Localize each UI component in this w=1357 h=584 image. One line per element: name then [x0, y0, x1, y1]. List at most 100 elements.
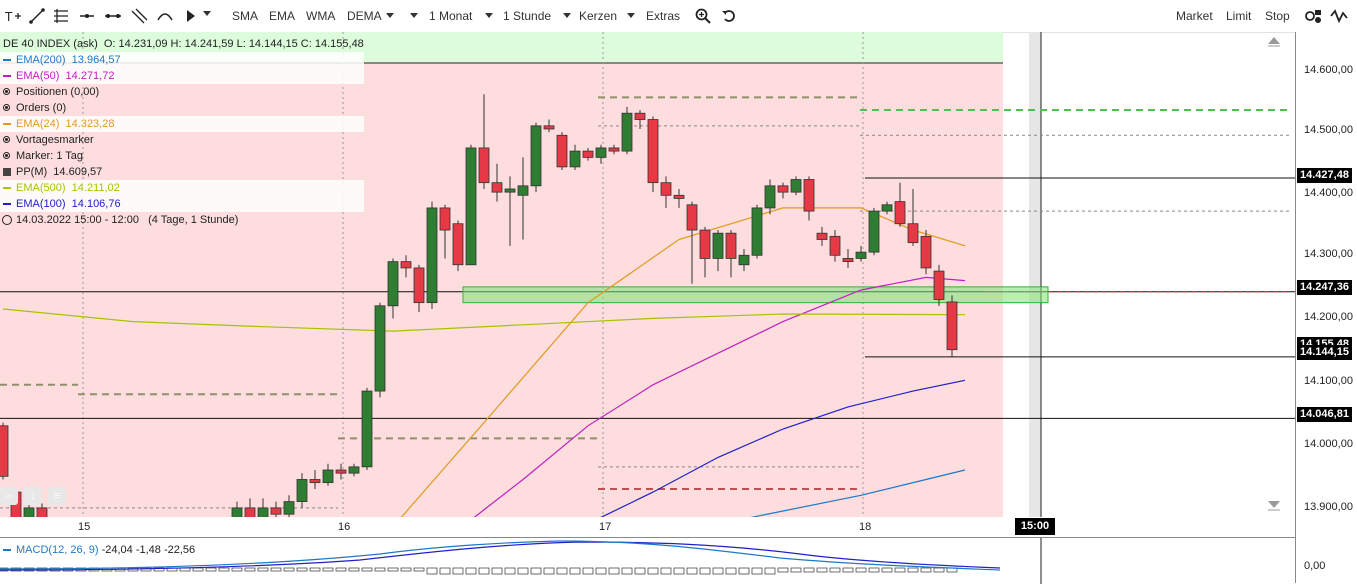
limit-order-button[interactable]: Limit: [1226, 8, 1251, 24]
sma-button[interactable]: SMA: [232, 8, 258, 24]
price-label-low: 14.144,15: [1297, 345, 1352, 360]
candle-body: [36, 507, 48, 517]
candle-body: [348, 466, 360, 474]
support-zone: [462, 286, 1049, 304]
channel-icon[interactable]: [130, 7, 148, 25]
toggle-icon[interactable]: [3, 104, 10, 111]
indicator-value: 14.211,02: [71, 182, 120, 194]
indicator-value: 13.964,57: [71, 54, 121, 66]
indicator-dropdown-icon[interactable]: [386, 13, 394, 18]
period-range: 14.03.2022 15:00 - 12:00: [16, 214, 139, 226]
trendline-icon[interactable]: [28, 7, 46, 25]
date-tick: 18: [859, 521, 872, 533]
legend-text: Positionen (0,00): [16, 86, 100, 98]
candle-body: [777, 185, 789, 193]
candle-body: [621, 112, 633, 152]
horizontal-ray-icon[interactable]: [104, 7, 122, 25]
candle-body: [946, 301, 958, 351]
interval-dropdown-icon[interactable]: [410, 13, 418, 18]
cursor-dropdown-icon[interactable]: [203, 11, 211, 16]
price-tick: 14.400,00: [1304, 187, 1353, 199]
fibonacci-icon[interactable]: [52, 7, 70, 25]
candle-body: [530, 125, 542, 187]
arc-icon[interactable]: [156, 7, 174, 25]
zoom-icon[interactable]: [694, 7, 712, 25]
toggle-icon[interactable]: [3, 136, 10, 143]
interval-select[interactable]: 1 Monat: [429, 8, 472, 24]
granularity-select[interactable]: 1 Stunde: [503, 8, 551, 24]
price-label-close: 14.155,48: [1297, 337, 1352, 345]
candle-body: [595, 147, 607, 158]
legend-item: PP(M) 14.609,57: [0, 164, 364, 180]
candle-body: [712, 232, 724, 259]
ema-button[interactable]: EMA: [269, 8, 295, 24]
menu-icon[interactable]: ≡: [48, 487, 66, 505]
indicator-name: EMA(24): [16, 118, 60, 130]
candle-body: [686, 204, 698, 231]
indicator-value: 14.323,28: [65, 118, 115, 130]
macd-name: MACD(12, 26, 9): [16, 544, 99, 556]
candle-body: [556, 134, 568, 168]
candle-body: [699, 229, 711, 259]
chart-toolbar: T SMA EMA WMA DEMA 1 Monat 1 Stunde Kerz…: [0, 0, 1357, 33]
extras-dropdown-icon[interactable]: [627, 13, 635, 18]
candle-body: [257, 507, 269, 517]
scroll-up-icon: [1268, 37, 1280, 44]
chart-type-select[interactable]: Kerzen: [579, 8, 617, 24]
indicator-name: EMA(200): [16, 54, 66, 66]
candle-body: [231, 507, 243, 517]
candle-body: [426, 207, 438, 304]
legend-period-row: 14.03.2022 15:00 - 12:00 (4 Tage, 1 Stun…: [0, 212, 364, 228]
wma-button[interactable]: WMA: [306, 8, 335, 24]
future-gap: [1029, 32, 1041, 517]
dema-button[interactable]: DEMA: [347, 8, 382, 24]
candle-body: [608, 147, 620, 152]
candle-body: [829, 235, 841, 256]
candle-body: [400, 261, 412, 269]
macd-values: -24,04 -1,48 -22,56: [101, 544, 196, 556]
current-time-badge: 15:00: [1015, 518, 1055, 535]
price-tick: 14.000,00: [1304, 438, 1353, 450]
candle-body: [881, 204, 893, 212]
macd-legend: MACD(12, 26, 9) -24,04 -1,48 -22,56: [0, 542, 195, 558]
horizontal-line-icon[interactable]: [78, 7, 96, 25]
indicator-name: EMA(500): [16, 182, 66, 194]
legend-item: Vortagesmarker: [0, 132, 364, 148]
indicator-value: 14.106,76: [71, 198, 121, 210]
macd-panel[interactable]: MACD(12, 26, 9) -24,04 -1,48 -22,56: [0, 537, 1295, 584]
candle-body: [907, 223, 919, 244]
cursor-icon[interactable]: [182, 7, 200, 25]
ohlc-values: O: 14.231,09 H: 14.241,59 L: 14.144,15 C…: [103, 38, 364, 50]
instrument-name: DE 40 INDEX (ask): [3, 38, 98, 50]
download-icon[interactable]: ↓: [24, 487, 42, 505]
reset-icon[interactable]: [720, 7, 738, 25]
price-tick: 14.300,00: [1304, 248, 1353, 260]
candle-body: [452, 223, 464, 266]
indicator-color-marker: [3, 187, 11, 189]
price-label-support: 14.046,81: [1297, 407, 1352, 422]
toggle-icon[interactable]: [3, 88, 10, 95]
candle-body: [309, 479, 321, 484]
clock-icon: [2, 215, 12, 225]
analysis-icon[interactable]: [1330, 7, 1348, 25]
indicator-color-marker: [3, 203, 11, 205]
candle-body: [920, 235, 932, 269]
legend-item: EMA(200) 13.964,57: [0, 52, 364, 68]
legend-text: Vortagesmarker: [16, 134, 94, 146]
toggle-icon[interactable]: [3, 152, 10, 159]
indicator-name: EMA(100): [16, 198, 66, 210]
price-tick: 13.900,00: [1304, 501, 1353, 513]
scroll-icon[interactable]: ⇔: [0, 487, 18, 505]
price-label-high: 14.427,48: [1297, 168, 1352, 183]
crosshair-text-icon[interactable]: T: [4, 7, 22, 25]
layout-settings-icon[interactable]: [1305, 7, 1323, 25]
market-order-button[interactable]: Market: [1176, 8, 1213, 24]
candle-body: [855, 251, 867, 259]
legend-item: EMA(100) 14.106,76: [0, 196, 364, 212]
stop-order-button[interactable]: Stop: [1265, 8, 1290, 24]
extras-menu[interactable]: Extras: [646, 8, 680, 24]
granularity-dropdown-icon[interactable]: [485, 13, 493, 18]
chart-type-dropdown-icon[interactable]: [563, 13, 571, 18]
candle-body: [543, 125, 555, 130]
indicator-name: PP(M): [16, 166, 48, 178]
